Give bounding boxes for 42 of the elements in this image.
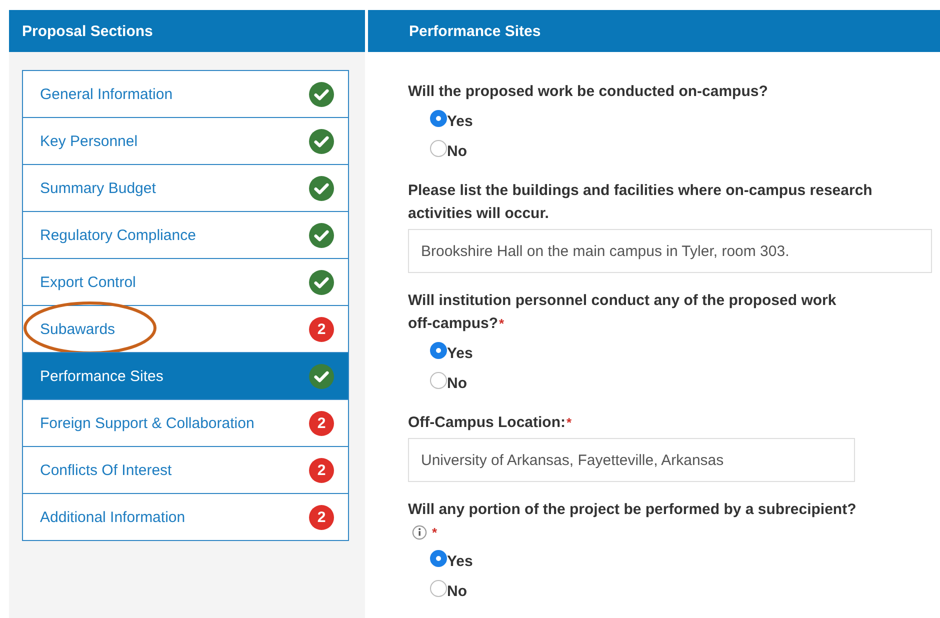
section-item[interactable]: Foreign Support & Collaboration 2 <box>23 399 348 446</box>
check-icon <box>309 364 334 388</box>
error-count-badge: 2 <box>309 410 334 436</box>
section-item[interactable]: Conflicts Of Interest 2 <box>23 446 348 493</box>
section-item[interactable]: Export Control <box>23 258 348 305</box>
section-item[interactable]: Performance Sites <box>23 352 348 399</box>
section-item[interactable]: Key Personnel <box>23 117 348 164</box>
text-field[interactable]: Brookshire Hall on the main campus in Tyler, room 303. <box>408 229 932 273</box>
section-item[interactable]: Additional Information 2 <box>23 493 348 540</box>
radio-button[interactable] <box>430 110 447 126</box>
radio-label[interactable]: No <box>447 582 467 600</box>
error-count-badge: 2 <box>309 316 334 342</box>
radio-button[interactable] <box>430 580 447 596</box>
radio-button[interactable] <box>430 550 447 566</box>
radio-button[interactable] <box>430 372 447 388</box>
radio-label[interactable]: No <box>447 142 467 160</box>
check-icon <box>309 222 334 248</box>
required-marker: * <box>432 524 438 540</box>
section-item[interactable]: Regulatory Compliance <box>23 211 348 258</box>
question-label: Will any portion of the project be performed by a subrecipient? <box>408 500 858 520</box>
page-title: Performance Sites <box>409 22 541 40</box>
radio-label[interactable]: Yes <box>447 344 473 362</box>
radio-button[interactable] <box>430 342 447 358</box>
question-label: Off-Campus Location:* <box>408 413 573 433</box>
section-item[interactable]: Summary Budget <box>23 164 348 211</box>
radio-label[interactable]: No <box>447 374 467 392</box>
error-count-badge: 2 <box>309 504 334 530</box>
question-label: Will the proposed work be conducted on-campus? <box>408 82 769 102</box>
info-icon[interactable] <box>412 524 427 540</box>
check-icon <box>309 270 334 294</box>
sidebar-title: Proposal Sections <box>22 22 153 40</box>
question-label: Please list the buildings and facilities where on-campus research activities will occur. <box>408 181 874 224</box>
section-item[interactable]: General Information <box>23 71 348 117</box>
question-label: Will institution personnel conduct any of the proposed work off-campus?* <box>408 291 838 334</box>
radio-label[interactable]: Yes <box>447 112 473 130</box>
check-icon <box>309 128 334 154</box>
check-icon <box>309 176 334 200</box>
radio-label[interactable]: Yes <box>447 552 473 570</box>
error-count-badge: 2 <box>309 458 334 482</box>
radio-button[interactable] <box>430 140 447 156</box>
check-icon <box>309 82 334 106</box>
text-field[interactable]: University of Arkansas, Fayetteville, Arkansas <box>408 438 855 482</box>
